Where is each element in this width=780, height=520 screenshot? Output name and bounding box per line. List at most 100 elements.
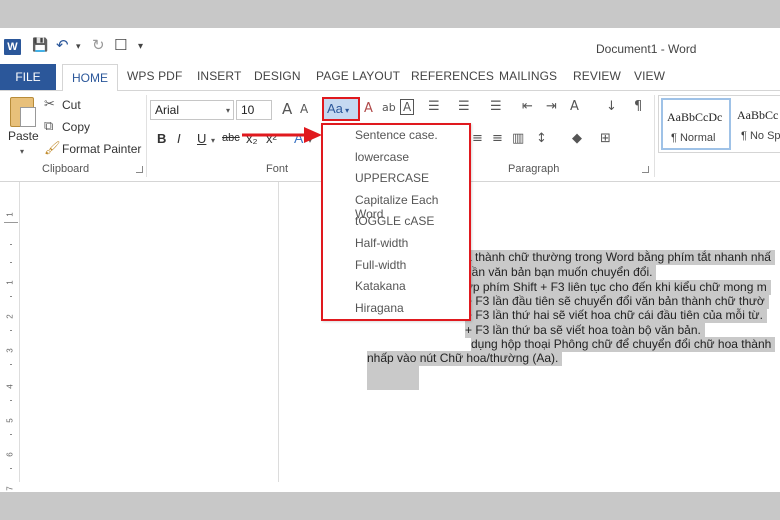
phonetic-guide-icon[interactable]: ab (382, 101, 396, 114)
copy-button[interactable]: Copy (62, 120, 90, 134)
change-case-menu: Sentence case. lowercase UPPERCASE Capit… (321, 123, 471, 321)
menu-item-hiragana[interactable]: Hiragana (355, 301, 404, 315)
ribbon-tabs: FILE HOME WPS PDF INSERT DESIGN PAGE LAY… (0, 64, 780, 91)
paragraph-group-label: Paragraph (508, 163, 560, 175)
format-painter-button[interactable]: Format Painter (62, 142, 141, 156)
font-name-combobox[interactable]: Arial (150, 100, 234, 120)
ruler-number: 4 (5, 384, 15, 389)
menu-item-half-width[interactable]: Half-width (355, 236, 408, 250)
align-right-icon[interactable]: ≡ (472, 131, 483, 146)
window-title: Document1 - Word (596, 42, 697, 56)
borders-icon[interactable]: ⊞ (600, 131, 611, 146)
redo-icon[interactable]: ↻ (92, 36, 105, 54)
styles-gallery: AaBbCcDc ¶ Normal AaBbCc ¶ No Sp (658, 95, 780, 153)
style-no-spacing[interactable]: AaBbCc ¶ No Sp (733, 98, 780, 150)
paste-button[interactable]: Paste ▾ (6, 95, 40, 159)
ruler-tick (10, 364, 12, 365)
tab-wps-pdf[interactable]: WPS PDF (127, 69, 182, 83)
change-case-label: Aa (327, 101, 343, 116)
menu-item-lowercase[interactable]: lowercase (355, 150, 409, 164)
shading-icon[interactable]: ◆ (572, 131, 582, 146)
undo-dropdown-icon[interactable]: ▾ (76, 42, 81, 60)
clear-formatting-icon[interactable]: A (364, 101, 373, 116)
tab-home[interactable]: HOME (62, 64, 118, 91)
cut-button[interactable]: Cut (62, 98, 81, 112)
ruler-tick (10, 434, 12, 435)
paste-label: Paste (8, 129, 39, 143)
underline-button[interactable]: U (197, 131, 206, 146)
justify-icon[interactable]: ≡ (492, 131, 503, 146)
save-icon[interactable]: 💾 (32, 38, 48, 56)
customize-qat-icon[interactable]: ▾ (138, 41, 143, 59)
ruler-number: 3 (5, 348, 15, 353)
distributed-icon[interactable]: ▥ (512, 131, 524, 146)
underline-dropdown-icon[interactable]: ▾ (211, 136, 215, 145)
ruler-tick (10, 244, 12, 245)
grow-font-icon[interactable]: A (282, 100, 292, 118)
increase-indent-icon[interactable]: ⇥ (546, 99, 557, 114)
italic-button[interactable]: I (177, 131, 181, 146)
strikethrough-button[interactable]: abc (222, 132, 240, 144)
tab-view[interactable]: VIEW (634, 69, 665, 83)
style-name: ¶ No Sp (741, 130, 780, 142)
document-text-line: ợp phím Shift + F3 liên tục cho đến khi … (465, 280, 771, 295)
ruler-number: 1 (5, 212, 15, 217)
sort-icon[interactable]: ↓ (606, 99, 617, 114)
line-spacing-icon[interactable]: ↕ (536, 131, 547, 146)
tab-design[interactable]: DESIGN (254, 69, 301, 83)
menu-item-toggle-case[interactable]: tOGGLE cASE (355, 214, 434, 228)
tab-page-layout[interactable]: PAGE LAYOUT (316, 69, 400, 83)
change-case-dropdown-icon: ▾ (342, 106, 350, 115)
text-selection (367, 364, 419, 390)
copy-icon: ⧉ (44, 119, 54, 134)
word-logo-icon: W (4, 39, 21, 55)
ruler-number: 1 (5, 280, 15, 285)
tab-mailings[interactable]: MAILINGS (499, 69, 557, 83)
font-group-label: Font (266, 163, 289, 175)
document-text-line: + F3 lần thứ ba sẽ viết hoa toàn bộ văn … (465, 323, 705, 338)
paper-icon (20, 107, 36, 127)
document-text-line: hần văn bản bạn muốn chuyển đổi. (465, 265, 657, 280)
clipboard-group-label: Clipboard (42, 163, 90, 175)
decrease-indent-icon[interactable]: ⇤ (522, 99, 533, 114)
ruler-number: 7 (5, 486, 15, 491)
font-name-dropdown-icon[interactable]: ▾ (226, 106, 230, 115)
tab-references[interactable]: REFERENCES (411, 69, 494, 83)
menu-item-uppercase[interactable]: UPPERCASE (355, 171, 429, 185)
numbering-icon[interactable]: ☰ (458, 99, 470, 114)
ruler-tick (10, 296, 12, 297)
bullets-icon[interactable]: ☰ (428, 99, 440, 114)
bold-button[interactable]: B (157, 131, 166, 146)
word-window: W 💾 ↶ ▾ ↻ ☐ ▾ Document1 - Word FILE HOME… (0, 28, 780, 492)
style-normal[interactable]: AaBbCcDc ¶ Normal (661, 98, 731, 150)
document-text-line: dụng hộp thoại Phông chữ để chuyển đổi c… (471, 337, 776, 352)
shrink-font-icon[interactable]: A (300, 102, 308, 116)
font-size-combobox[interactable]: 10 (236, 100, 272, 120)
change-case-button[interactable]: Aa ▾ (322, 97, 360, 121)
menu-item-katakana[interactable]: Katakana (355, 279, 406, 293)
document-text-line: a thành chữ thường trong Word bằng phím … (465, 250, 775, 265)
ruler-tick (10, 468, 12, 469)
ruler-number: 5 (5, 418, 15, 423)
tab-review[interactable]: REVIEW (573, 69, 621, 83)
new-document-icon[interactable]: ☐ (114, 36, 127, 54)
clipboard-launcher-icon[interactable] (136, 166, 143, 173)
tab-insert[interactable]: INSERT (197, 69, 241, 83)
multilevel-list-icon[interactable]: ☰ (490, 99, 502, 114)
title-bar: W 💾 ↶ ▾ ↻ ☐ ▾ Document1 - Word (0, 28, 780, 64)
menu-item-sentence-case[interactable]: Sentence case. (355, 128, 438, 142)
style-name: ¶ Normal (671, 132, 716, 144)
character-border-icon[interactable]: A (400, 99, 415, 115)
annotation-arrow-icon (242, 127, 322, 143)
asian-layout-icon[interactable]: A (570, 99, 579, 114)
group-divider (146, 95, 147, 177)
ruler-tick (10, 400, 12, 401)
menu-item-full-width[interactable]: Full-width (355, 258, 406, 272)
format-painter-icon: 🖌 (44, 141, 61, 156)
ruler-number: 6 (5, 452, 15, 457)
group-divider (654, 95, 655, 177)
show-hide-icon[interactable]: ¶ (634, 99, 642, 114)
paragraph-launcher-icon[interactable] (642, 166, 649, 173)
tab-file[interactable]: FILE (0, 64, 56, 90)
undo-icon[interactable]: ↶ (56, 36, 69, 54)
